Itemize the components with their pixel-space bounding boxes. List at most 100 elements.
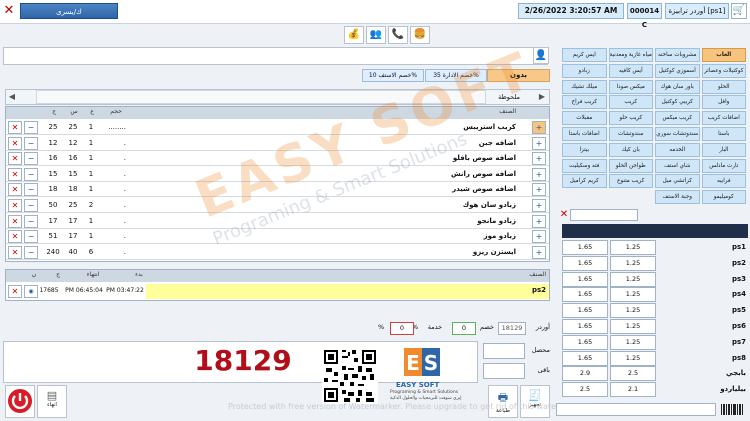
category-button[interactable]: طواجن الحلو — [608, 158, 653, 173]
session-row-highlight[interactable] — [146, 284, 549, 299]
end-button[interactable]: ▤ انهاء — [37, 385, 67, 418]
decrease-row-icon[interactable]: − — [24, 152, 38, 166]
discount-input[interactable]: 0 — [452, 322, 476, 335]
delete-row-icon[interactable]: ✕ — [8, 183, 22, 197]
category-button[interactable]: سندوتشات سوري — [655, 127, 700, 141]
cart-icon[interactable]: 🛒 — [731, 3, 747, 19]
category-button[interactable]: باستا — [701, 127, 746, 141]
decrease-row-icon[interactable]: − — [24, 167, 38, 181]
close-icon[interactable]: ✕ — [2, 3, 16, 19]
category-button[interactable]: كريب حلو — [608, 111, 653, 126]
order-row[interactable]: ✕ − 25 25 1 ........ كريب استريبس + — [6, 120, 549, 135]
delete-row-icon[interactable]: ✕ — [8, 136, 22, 150]
category-button[interactable]: ايس كريم — [562, 48, 607, 62]
category-button[interactable]: اضافات كريب — [701, 111, 746, 126]
category-button[interactable]: ميلك تشيك — [562, 79, 607, 94]
delete-row-icon[interactable]: ✕ — [8, 152, 22, 166]
barcode-icon[interactable] — [720, 403, 744, 416]
category-button[interactable]: وجبة الاستف — [655, 190, 700, 205]
category-button[interactable]: كريب متنوع — [608, 174, 653, 189]
category-button[interactable]: الخدمه — [655, 142, 700, 157]
category-button[interactable]: مياه غازية ومعدنية — [608, 48, 653, 62]
category-button[interactable]: كوميليمو — [701, 190, 746, 205]
add-row-icon[interactable]: + — [532, 245, 546, 259]
order-row[interactable]: ✕ − 50 25 2 . زبادو سان هوك + — [6, 198, 549, 213]
barcode-input[interactable] — [556, 403, 716, 416]
category-button[interactable]: كراتشي ميل — [655, 174, 700, 189]
ps-row[interactable]: 1.65 1.25 ps8 — [562, 350, 748, 367]
customer-icon[interactable]: 👤 — [533, 47, 549, 64]
category-button[interactable]: تارت مادلس — [701, 158, 746, 173]
ps-row[interactable]: 1.65 1.25 ps3 — [562, 271, 748, 288]
service-input[interactable]: 0 — [390, 322, 414, 335]
category-button[interactable]: كوكتيلات وعصائر — [701, 63, 746, 78]
add-row-icon[interactable]: + — [532, 121, 546, 134]
category-button[interactable]: شاي استف — [655, 158, 700, 173]
decrease-row-icon[interactable]: − — [24, 214, 38, 228]
session-stop-icon[interactable]: ◉ — [24, 285, 38, 298]
decrease-row-icon[interactable]: − — [24, 245, 38, 259]
delete-row-icon[interactable]: ✕ — [8, 121, 22, 134]
decrease-row-icon[interactable]: − — [24, 121, 38, 134]
delete-row-icon[interactable]: ✕ — [8, 199, 22, 212]
ps-row[interactable]: 2.9 2.5 بابجي — [562, 366, 748, 382]
category-button[interactable]: أسموزي كوكتيل — [655, 63, 700, 78]
clear-filter-icon[interactable]: ✕ — [558, 209, 570, 221]
category-button[interactable]: ميكس صودا — [608, 79, 653, 94]
decrease-row-icon[interactable]: − — [24, 230, 38, 244]
category-button[interactable]: بان كيك — [608, 142, 653, 157]
category-button[interactable]: اضافات باستا — [562, 127, 607, 141]
customer-search-input[interactable] — [3, 47, 548, 65]
category-button[interactable]: مقبلات — [562, 111, 607, 126]
category-button[interactable]: كريم كراميل — [562, 174, 607, 189]
category-button[interactable]: أيس كافيه — [608, 63, 653, 78]
add-row-icon[interactable]: + — [532, 167, 546, 181]
add-row-icon[interactable]: + — [532, 230, 546, 244]
order-row[interactable]: ✕ − 15 15 1 . اضافه صوص رانش + — [6, 167, 549, 182]
category-button[interactable]: كريب — [608, 95, 653, 110]
delivery-icon[interactable]: 🍔 — [410, 26, 430, 44]
category-button[interactable]: كريبي كوكتيل — [655, 95, 700, 110]
filter-input[interactable] — [570, 209, 638, 221]
delete-row-icon[interactable]: ✕ — [8, 214, 22, 228]
add-row-icon[interactable]: + — [532, 152, 546, 166]
ps-row[interactable]: 2.5 2.1 بيلياردو — [562, 382, 748, 398]
ps-row[interactable]: 1.65 1.25 ps1 — [562, 240, 748, 256]
add-row-icon[interactable]: + — [532, 214, 546, 228]
category-button[interactable]: كريب فراخ — [562, 95, 607, 110]
ps-row[interactable]: 1.65 1.25 ps4 — [562, 287, 748, 303]
decrease-row-icon[interactable]: − — [24, 199, 38, 212]
collected-input[interactable] — [483, 343, 525, 359]
note-input[interactable] — [36, 90, 486, 104]
add-row-icon[interactable]: + — [532, 199, 546, 212]
decrease-row-icon[interactable]: − — [24, 183, 38, 197]
category-button[interactable]: سندوتشات — [608, 127, 653, 141]
phone-icon[interactable]: 📞 — [388, 26, 408, 44]
arrow-left-icon[interactable]: ◀ — [6, 90, 18, 104]
session-delete-icon[interactable]: ✕ — [8, 285, 22, 298]
cashier-icon[interactable]: 👥 — [366, 26, 386, 44]
category-button[interactable]: زبادو — [562, 63, 607, 78]
category-button[interactable]: كريب ميكس — [655, 111, 700, 126]
user-badge[interactable]: ك/يسرى — [20, 3, 118, 19]
discount-admin-button[interactable]: خصم الادارة 35% — [425, 69, 487, 82]
bag-icon[interactable]: 💰 — [344, 26, 364, 44]
ps-row[interactable]: 1.65 1.25 ps5 — [562, 303, 748, 319]
power-button[interactable] — [5, 385, 35, 418]
category-button[interactable]: بيتزا — [562, 142, 607, 157]
order-row[interactable]: ✕ − 12 12 1 . اضافه جبن + — [6, 136, 549, 151]
add-row-icon[interactable]: + — [532, 136, 546, 150]
category-button[interactable]: البار — [701, 142, 746, 157]
category-button[interactable]: فته وسكيليت — [562, 158, 607, 173]
category-button[interactable]: مشروبات ساخنه — [655, 48, 700, 62]
order-row[interactable]: ✕ − 17 17 1 . زبادو مانجو + — [6, 214, 549, 229]
order-row[interactable]: ✕ − 51 17 1 . زبادو موز + — [6, 229, 549, 245]
order-row[interactable]: ✕ − 16 16 1 . اضافه صوص بافلو + — [6, 151, 549, 167]
ps-row[interactable]: 1.65 1.25 ps7 — [562, 334, 748, 351]
delete-row-icon[interactable]: ✕ — [8, 245, 22, 259]
category-button[interactable]: الحلو — [701, 79, 746, 94]
decrease-row-icon[interactable]: − — [24, 136, 38, 150]
delete-row-icon[interactable]: ✕ — [8, 167, 22, 181]
category-button[interactable]: وافل — [701, 95, 746, 110]
delete-row-icon[interactable]: ✕ — [8, 230, 22, 244]
